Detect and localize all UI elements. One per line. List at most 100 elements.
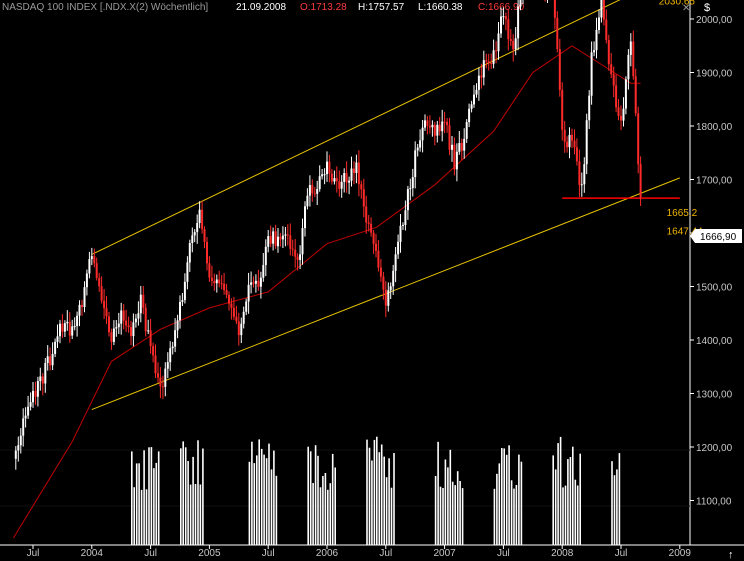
- volume-bar: [616, 469, 618, 545]
- volume-bar: [314, 445, 317, 545]
- volume-bar: [493, 488, 496, 545]
- candle-down-body: [480, 75, 483, 78]
- candle-down-body: [257, 280, 260, 287]
- candle-up-body: [85, 273, 88, 288]
- candle-up-body: [585, 120, 588, 165]
- candle-down-body: [375, 243, 377, 251]
- candle-down-body: [34, 390, 37, 397]
- volume-bar: [307, 446, 309, 545]
- volume-bar: [322, 476, 324, 545]
- candle-down-body: [372, 232, 375, 244]
- candle-up-body: [595, 29, 598, 51]
- volume-bar: [378, 452, 381, 545]
- x-tick-label: 2008: [551, 548, 574, 559]
- candle-up-body: [191, 235, 194, 243]
- volume-bar: [505, 454, 508, 545]
- candle-down-body: [203, 229, 206, 242]
- candle-down-body: [485, 60, 488, 62]
- candle-up-body: [174, 330, 177, 347]
- candle-up-body: [272, 231, 275, 244]
- volume-bar: [157, 451, 160, 545]
- volume-bar: [329, 483, 332, 545]
- candle-up-body: [583, 164, 586, 185]
- candle-up-body: [350, 168, 353, 181]
- volume-bar: [501, 448, 503, 545]
- candle-up-body: [411, 177, 414, 188]
- candle-down-body: [289, 235, 292, 249]
- candle-up-body: [406, 189, 409, 211]
- x-tick-label: Jul: [379, 548, 392, 559]
- candle-up-body: [323, 174, 326, 176]
- volume-bar: [270, 469, 273, 545]
- volume-bar: [135, 463, 138, 545]
- volume-bar: [503, 448, 505, 545]
- candle-down-body: [130, 327, 132, 337]
- candle-up-body: [264, 246, 267, 266]
- chart-window: NASDAQ 100 INDEX [.NDX.X(2) Wöchentlich]…: [0, 0, 744, 561]
- candle-down-body: [296, 256, 299, 260]
- candle-up-body: [399, 225, 402, 242]
- candle-up-body: [63, 323, 66, 332]
- candle-down-body: [311, 185, 314, 194]
- x-tick-label: Jul: [262, 548, 275, 559]
- candle-down-body: [220, 283, 223, 285]
- candle-up-body: [262, 265, 265, 278]
- candle-up-body: [88, 259, 91, 274]
- volume-bar: [182, 441, 184, 545]
- volume-bar: [268, 443, 270, 545]
- candle-up-body: [76, 315, 79, 327]
- candle-down-body: [446, 121, 449, 126]
- volume-bar: [388, 458, 390, 545]
- volume-bar: [383, 456, 385, 545]
- volume-bar: [579, 453, 581, 545]
- candle-up-body: [414, 150, 417, 178]
- candle-down-body: [98, 277, 101, 287]
- candle-up-body: [318, 176, 321, 189]
- volume-bar: [260, 448, 263, 545]
- volume-bar: [366, 439, 368, 545]
- candle-down-body: [602, 0, 605, 20]
- candle-down-body: [632, 41, 635, 77]
- volume-bar: [319, 487, 322, 545]
- candle-down-body: [566, 141, 569, 148]
- volume-bar: [567, 459, 569, 545]
- scroll-up-icon[interactable]: ↑: [728, 549, 734, 561]
- y-tick-label: 1800,00: [696, 122, 733, 133]
- candle-up-body: [132, 322, 135, 337]
- candle-up-body: [277, 236, 279, 247]
- candle-up-body: [463, 138, 466, 151]
- candle-down-body: [142, 294, 145, 308]
- candle-up-body: [188, 243, 191, 263]
- volume-bar: [184, 447, 187, 545]
- candle-down-body: [161, 386, 164, 388]
- volume-bar: [331, 453, 334, 545]
- volume-bar: [143, 450, 145, 545]
- volume-bar: [317, 455, 319, 545]
- y-tick-label: 1100,00: [696, 497, 732, 508]
- candle-down-body: [269, 236, 272, 244]
- volume-bar: [559, 436, 562, 545]
- candle-down-body: [573, 140, 576, 148]
- volume-bar: [569, 457, 572, 545]
- candle-down-body: [208, 263, 211, 278]
- volume-bar: [459, 481, 461, 545]
- volume-bar: [618, 453, 621, 545]
- volume-bar: [461, 488, 464, 545]
- candle-down-body: [345, 173, 348, 183]
- candle-up-body: [46, 356, 49, 363]
- candle-up-body: [387, 290, 390, 306]
- candle-down-body: [235, 316, 238, 322]
- candle-down-body: [144, 307, 147, 332]
- candle-up-body: [397, 241, 400, 255]
- candle-down-body: [367, 222, 370, 224]
- candle-down-body: [232, 307, 235, 317]
- candle-up-body: [181, 300, 184, 302]
- volume-bar: [376, 436, 378, 545]
- candle-down-body: [279, 236, 282, 240]
- y-tick-label: 1300,00: [696, 390, 733, 401]
- volume-bar: [552, 455, 554, 545]
- candle-up-body: [340, 181, 343, 189]
- volume-bar: [447, 467, 449, 545]
- candle-down-body: [637, 113, 640, 165]
- volume-bar: [513, 488, 515, 545]
